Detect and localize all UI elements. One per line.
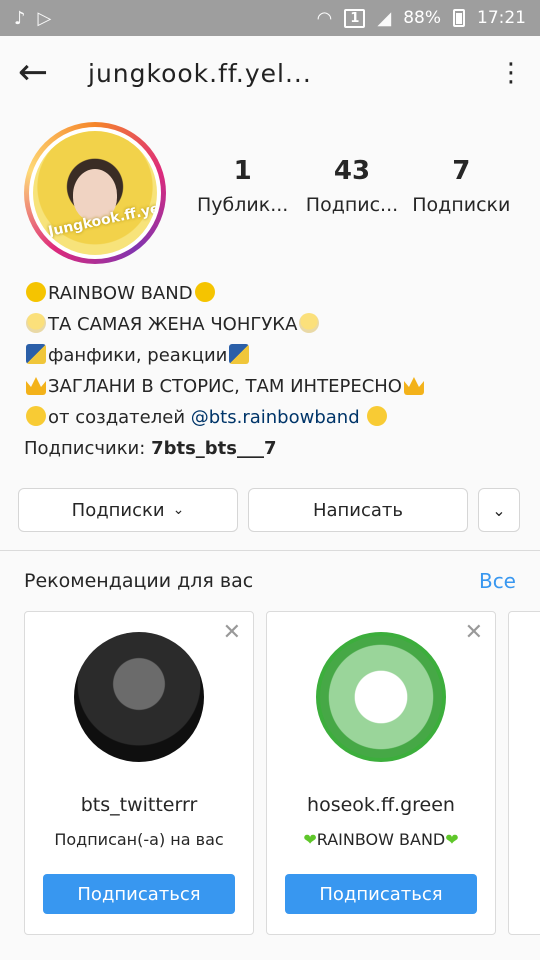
followed-by-label: Подписчики: bbox=[24, 438, 146, 459]
suggested-avatar[interactable] bbox=[316, 632, 446, 762]
stat-following-count: 7 bbox=[452, 156, 471, 186]
smiling-face-icon bbox=[367, 406, 388, 426]
suggested-username[interactable]: bts_twitterrr bbox=[81, 794, 198, 816]
hatching-chick-icon bbox=[26, 313, 46, 333]
recommendation-card[interactable]: ✕ bts_twitterrr Подписан(-а) на вас Подп… bbox=[24, 611, 254, 935]
bio-line-5: от создателей @bts.rainbowband bbox=[24, 402, 516, 433]
battery-icon bbox=[453, 9, 465, 27]
bio-line-2: ТА САМАЯ ЖЕНА ЧОНГУКА bbox=[24, 309, 516, 340]
profile-actions: Подписки ⌄ Написать ⌄ bbox=[0, 488, 540, 532]
bio-line-2-text: ТА САМАЯ ЖЕНА ЧОНГУКА bbox=[48, 314, 298, 335]
suggestions-toggle-button[interactable]: ⌄ bbox=[478, 488, 520, 532]
chevron-down-icon: ⌄ bbox=[172, 502, 185, 518]
signal-icon: ◢ bbox=[377, 7, 392, 29]
stat-following-label: Подписки bbox=[412, 194, 511, 216]
avatar-frame: Jungkook.ff.yellow bbox=[29, 127, 161, 259]
hatching-chick-icon bbox=[299, 313, 320, 333]
shooting-star-icon bbox=[229, 344, 250, 364]
bio-line-4-text: ЗАГЛАНИ В СТОРИС, ТАМ ИНТЕРЕСНО bbox=[48, 376, 402, 397]
stat-followers[interactable]: 43 Подпис... bbox=[298, 156, 406, 264]
status-bar-left: ♪ ▷ bbox=[14, 8, 51, 29]
stat-posts-count: 1 bbox=[233, 156, 252, 186]
avatar[interactable]: Jungkook.ff.yellow bbox=[24, 122, 166, 264]
stat-followers-label: Подпис... bbox=[305, 194, 399, 216]
bio-line-5-text: от создателей bbox=[48, 407, 186, 428]
close-icon[interactable]: ✕ bbox=[465, 620, 483, 645]
stat-following[interactable]: 7 Подписки bbox=[407, 156, 515, 264]
suggested-avatar[interactable] bbox=[74, 632, 204, 762]
follow-button[interactable]: Подписаться bbox=[285, 874, 477, 914]
following-button-label: Подписки bbox=[71, 499, 165, 521]
yellow-heart-icon bbox=[26, 282, 46, 302]
bio-line-3: фанфики, реакции bbox=[24, 340, 516, 371]
stat-followers-count: 43 bbox=[333, 156, 371, 186]
message-button-label: Написать bbox=[312, 499, 404, 521]
suggested-subtitle-text: RAINBOW BAND bbox=[316, 830, 446, 849]
shooting-star-icon bbox=[26, 344, 46, 364]
green-heart-icon: ❤ bbox=[303, 830, 317, 849]
profile-summary: Jungkook.ff.yellow 1 Публик... 43 Подпис… bbox=[0, 110, 540, 264]
profile-header: ← jungkook.ff.yel... ⋮ bbox=[0, 36, 540, 110]
music-note-icon: ♪ bbox=[14, 7, 26, 29]
stat-posts-label: Публик... bbox=[196, 194, 289, 216]
follow-button[interactable]: Подписаться bbox=[43, 874, 235, 914]
suggested-subtitle: Подписан(-а) на вас bbox=[54, 830, 224, 849]
play-store-icon: ▷ bbox=[37, 7, 52, 29]
bio-line-1-text: RAINBOW BAND bbox=[48, 283, 193, 304]
recommendation-cards: ✕ bts_twitterrr Подписан(-а) на вас Подп… bbox=[0, 611, 540, 935]
creator-mention-link[interactable]: @bts.rainbowband bbox=[191, 407, 360, 428]
see-all-link[interactable]: Все bbox=[479, 569, 516, 593]
status-bar-right: ◠ 1 ◢ 88% 17:21 bbox=[317, 8, 526, 29]
sim-indicator: 1 bbox=[344, 8, 366, 28]
following-button[interactable]: Подписки ⌄ bbox=[18, 488, 238, 532]
stat-posts[interactable]: 1 Публик... bbox=[189, 156, 297, 264]
bio-line-4: ЗАГЛАНИ В СТОРИС, ТАМ ИНТЕРЕСНО bbox=[24, 371, 516, 402]
suggested-subtitle: ❤RAINBOW BAND❤ bbox=[303, 830, 458, 849]
bio-line-1: RAINBOW BAND bbox=[24, 278, 516, 309]
chevron-down-icon: ⌄ bbox=[492, 500, 506, 520]
followed-by-username[interactable]: 7bts_bts___7 bbox=[151, 438, 276, 459]
profile-stats: 1 Публик... 43 Подпис... 7 Подписки bbox=[188, 122, 516, 264]
status-bar: ♪ ▷ ◠ 1 ◢ 88% 17:21 bbox=[0, 0, 540, 36]
recommendation-card[interactable]: ✕ hoseok.ff.green ❤RAINBOW BAND❤ Подписа… bbox=[266, 611, 496, 935]
smiling-face-icon bbox=[26, 406, 46, 426]
message-button[interactable]: Написать bbox=[248, 488, 468, 532]
recommendations-header: Рекомендации для вас Все bbox=[0, 551, 540, 611]
close-icon[interactable]: ✕ bbox=[223, 620, 241, 645]
bio-line-3-text: фанфики, реакции bbox=[48, 345, 228, 366]
yellow-heart-icon bbox=[194, 282, 215, 302]
header-username: jungkook.ff.yel... bbox=[88, 58, 312, 88]
clock: 17:21 bbox=[477, 8, 526, 28]
profile-bio: RAINBOW BAND ТА САМАЯ ЖЕНА ЧОНГУКА фанфи… bbox=[0, 264, 540, 464]
back-arrow-icon[interactable]: ← bbox=[18, 55, 70, 91]
crown-icon bbox=[26, 377, 46, 395]
more-options-icon[interactable]: ⋮ bbox=[498, 60, 524, 86]
recommendation-card-partial[interactable] bbox=[508, 611, 540, 935]
suggested-username[interactable]: hoseok.ff.green bbox=[307, 794, 455, 816]
wifi-icon: ◠ bbox=[316, 7, 333, 29]
battery-percent: 88% bbox=[403, 8, 441, 28]
avatar-image: Jungkook.ff.yellow bbox=[33, 131, 157, 255]
crown-icon bbox=[403, 377, 424, 395]
green-heart-icon: ❤ bbox=[445, 830, 459, 849]
bio-line-6: Подписчики: 7bts_bts___7 bbox=[24, 433, 516, 464]
recommendations-title: Рекомендации для вас bbox=[24, 570, 254, 592]
